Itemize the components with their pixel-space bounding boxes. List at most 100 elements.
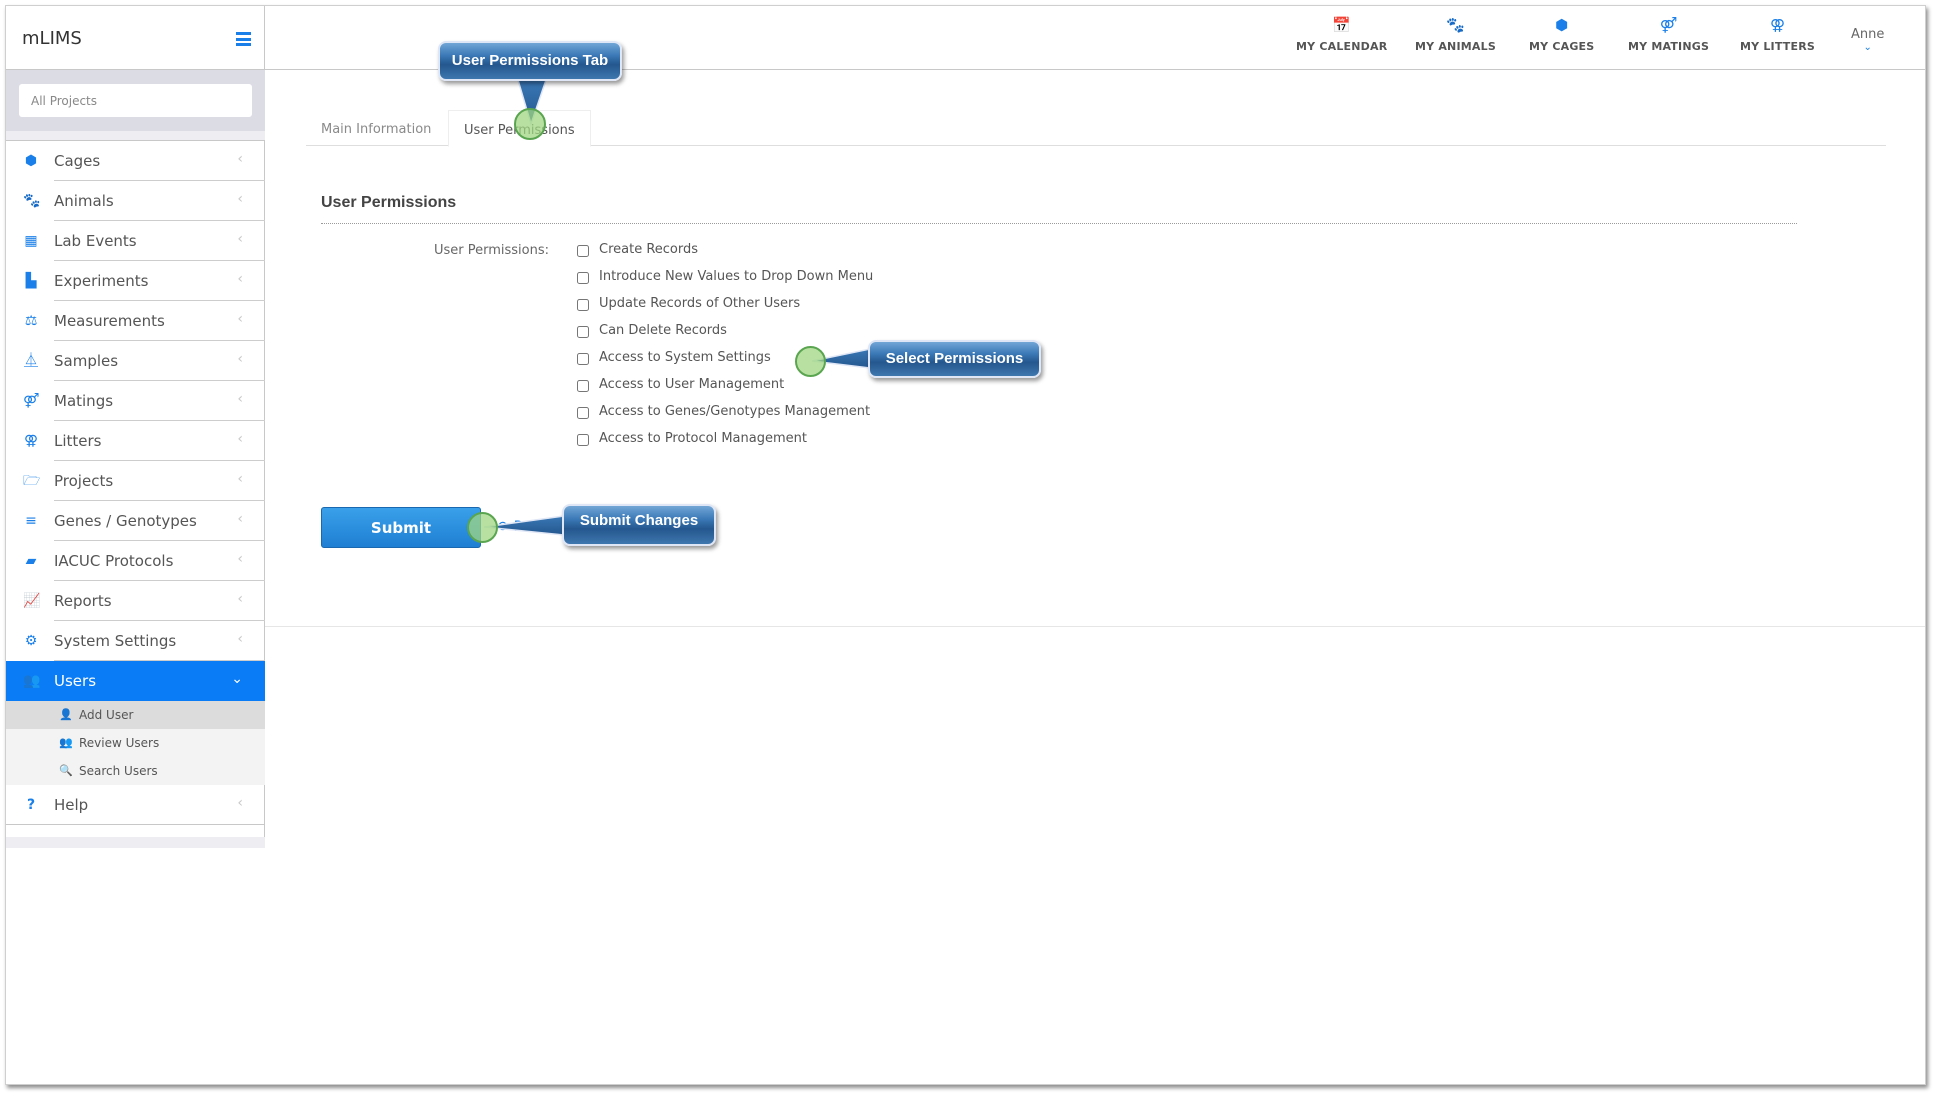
sidebar-item-matings[interactable]: ⚤ Matings ‹ [6,381,265,421]
quick-link-label: MY MATINGS [1628,40,1710,53]
permission-label: Access to System Settings [599,350,771,365]
user-menu[interactable]: Anne ⌄ [1851,23,1885,53]
submenu-item-label: Review Users [79,736,160,750]
hamburger-icon[interactable] [236,32,251,46]
sidebar-item-label: System Settings [54,632,177,650]
permission-create-records[interactable]: Create Records [577,242,873,269]
permission-introduce-new-values[interactable]: Introduce New Values to Drop Down Menu [577,269,873,296]
sidebar-item-projects[interactable]: 🗁 Projects ‹ [6,461,265,501]
user-plus-icon: 👤 [59,708,73,721]
sidebar-item-label: Users [54,672,97,690]
permission-checkbox[interactable] [577,380,589,392]
reset-link[interactable]: ⟳ Reset [498,519,553,535]
submenu-item-add-user[interactable]: 👤 Add User [6,701,265,729]
sidebar-item-users[interactable]: 👥 Users ⌄ [6,661,265,701]
chevron-left-icon: ‹ [237,351,243,367]
venus-double-icon: ⚢ [1769,16,1786,34]
project-selector-input[interactable] [19,84,252,117]
calendar-icon: ▦ [24,233,38,249]
sidebar-divider [6,131,265,141]
chevron-down-icon: ⌄ [1863,42,1872,53]
quick-link-my-calendar[interactable]: 📅 MY CALENDAR [1296,16,1387,53]
sidebar-item-label: Reports [54,592,112,610]
sidebar-item-genes-genotypes[interactable]: ≡ Genes / Genotypes ‹ [6,501,265,541]
chevron-left-icon: ‹ [237,471,243,487]
sidebar-item-label: Samples [54,352,119,370]
permission-genes-genotypes-management[interactable]: Access to Genes/Genotypes Management [577,404,873,431]
permission-checkbox[interactable] [577,245,589,257]
sidebar-item-label: Experiments [54,272,149,290]
list-icon: ≡ [25,513,37,529]
question-icon: ? [26,797,36,813]
chevron-left-icon: ‹ [237,231,243,247]
quick-link-my-matings[interactable]: ⚤ MY MATINGS [1628,16,1709,53]
users-icon: 👥 [23,673,41,689]
permission-system-settings[interactable]: Access to System Settings [577,350,873,377]
search-icon: 🔍 [59,764,73,777]
permissions-list: Create Records Introduce New Values to D… [577,242,873,458]
sidebar-item-lab-events[interactable]: ▦ Lab Events ‹ [6,221,265,261]
sidebar-item-label: Animals [54,192,114,210]
permission-label: Access to Genes/Genotypes Management [599,404,871,419]
sidebar-item-reports[interactable]: 📈 Reports ‹ [6,581,265,621]
chevron-left-icon: ‹ [237,551,243,567]
book-icon: ▰ [25,553,37,569]
chevron-down-icon: ⌄ [231,671,243,687]
section-title: User Permissions [321,194,457,211]
quick-link-label: MY ANIMALS [1415,40,1496,53]
sidebar-item-experiments[interactable]: ▙ Experiments ‹ [6,261,265,301]
permission-checkbox[interactable] [577,326,589,338]
permission-checkbox[interactable] [577,407,589,419]
chevron-left-icon: ‹ [237,511,243,527]
permission-update-records-of-others[interactable]: Update Records of Other Users [577,296,873,323]
permission-label: Can Delete Records [599,323,727,338]
submenu-item-label: Search Users [79,764,158,778]
chevron-left-icon: ‹ [237,431,243,447]
paw-icon: 🐾 [1446,16,1465,34]
users-icon: 👥 [59,736,73,749]
permission-user-management[interactable]: Access to User Management [577,377,873,404]
chevron-left-icon: ‹ [237,271,243,287]
tab-main-information[interactable]: Main Information [306,110,446,146]
permission-label: Access to User Management [599,377,785,392]
sidebar-footer-strip [6,837,265,848]
permission-label: Create Records [599,242,699,257]
quick-link-my-animals[interactable]: 🐾 MY ANIMALS [1415,16,1496,53]
user-name: Anne [1851,27,1885,42]
permission-checkbox[interactable] [577,272,589,284]
section-divider [321,223,1797,224]
sidebar-item-label: Projects [54,472,114,490]
folder-open-icon: 🗁 [23,473,41,489]
permission-checkbox[interactable] [577,434,589,446]
project-selector-area [6,70,265,131]
submenu-item-review-users[interactable]: 👥 Review Users [6,729,265,757]
mars-venus-icon: ⚤ [1659,16,1678,34]
sidebar-item-animals[interactable]: 🐾 Animals ‹ [6,181,265,221]
quick-link-my-cages[interactable]: ⬢ MY CAGES [1529,16,1594,53]
sidebar-item-iacuc-protocols[interactable]: ▰ IACUC Protocols ‹ [6,541,265,581]
quick-link-my-litters[interactable]: ⚢ MY LITTERS [1740,16,1815,53]
permission-checkbox[interactable] [577,353,589,365]
cog-icon: ⚙ [24,633,38,649]
sidebar-item-measurements[interactable]: ⚖ Measurements ‹ [6,301,265,341]
chevron-left-icon: ‹ [237,151,243,167]
quick-link-label: MY CALENDAR [1296,40,1388,53]
sidebar-item-samples[interactable]: ⏅ Samples ‹ [6,341,265,381]
submenu-item-search-users[interactable]: 🔍 Search Users [6,757,265,785]
sidebar-item-cages[interactable]: ⬢ Cages ‹ [6,141,265,181]
permission-checkbox[interactable] [577,299,589,311]
chevron-left-icon: ‹ [237,391,243,407]
sidebar-item-label: Measurements [54,312,165,330]
annotation-marker [514,108,546,140]
sidebar-item-help[interactable]: ? Help ‹ [6,785,265,825]
sidebar-item-litters[interactable]: ⚢ Litters ‹ [6,421,265,461]
files-icon: ▙ [25,273,37,289]
sidebar-item-system-settings[interactable]: ⚙ System Settings ‹ [6,621,265,661]
cube-icon: ⬢ [24,153,38,169]
submit-button[interactable]: Submit [321,507,481,548]
permission-protocol-management[interactable]: Access to Protocol Management [577,431,873,458]
permission-delete-records[interactable]: Can Delete Records [577,323,873,350]
paw-icon: 🐾 [23,193,41,209]
app-window: mLIMS ⬢ Cages ‹ 🐾 Animals ‹ ▦ Lab Events… [5,5,1926,1085]
sidebar-item-label: Matings [54,392,114,410]
